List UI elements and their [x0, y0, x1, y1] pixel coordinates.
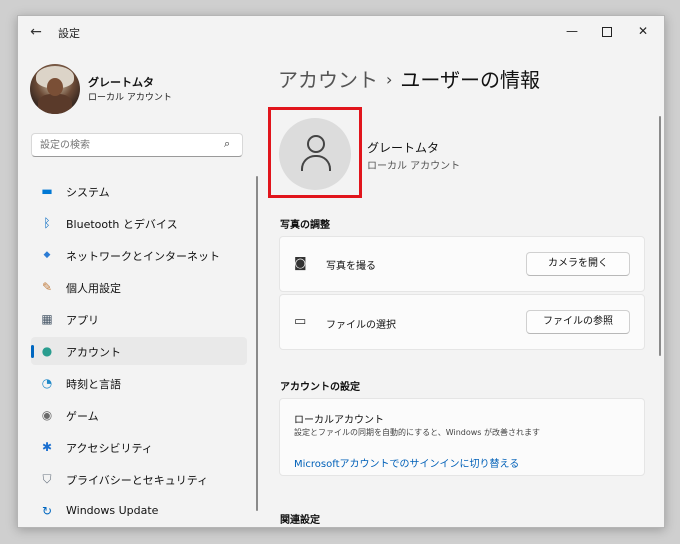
sidebar-item-label: ゲーム: [66, 410, 99, 423]
search-box[interactable]: ⌕: [31, 133, 243, 157]
sidebar-item-gaming[interactable]: ◉ ゲーム: [31, 401, 247, 429]
sidebar-item-windows-update[interactable]: ↻ Windows Update: [31, 497, 247, 525]
related-settings-title: 関連設定: [280, 515, 320, 526]
sidebar-item-accounts[interactable]: ● アカウント: [31, 337, 247, 365]
update-icon: ↻: [41, 504, 53, 518]
sidebar-item-label: 時刻と言語: [66, 378, 121, 391]
sidebar-scrollbar[interactable]: [256, 176, 258, 511]
wifi-icon: ◆: [43, 250, 51, 260]
gamepad-icon: ◉: [41, 408, 53, 422]
choose-file-label: ファイルの選択: [326, 320, 396, 331]
maximize-icon: [602, 26, 612, 37]
breadcrumb-parent[interactable]: アカウント: [278, 68, 378, 92]
camera-icon: ◙: [294, 256, 307, 271]
open-camera-button[interactable]: カメラを開く: [526, 252, 630, 276]
photo-section-title: 写真の調整: [280, 220, 330, 231]
close-icon: ✕: [637, 24, 649, 38]
active-indicator: [31, 345, 34, 358]
sidebar-item-label: 個人用設定: [66, 282, 121, 295]
settings-window: ← 設定 — ✕ グレートムタ ローカル アカウント ⌕ ▬ システム ᛒ Bl…: [17, 15, 665, 528]
breadcrumb-separator: ›: [386, 70, 393, 89]
app-title: 設定: [58, 27, 80, 40]
sidebar-item-privacy[interactable]: ⛉ プライバシーとセキュリティ: [31, 465, 247, 493]
back-button[interactable]: ←: [26, 23, 46, 41]
folder-icon: ▭: [294, 314, 307, 329]
title-bar: ← 設定 — ✕: [18, 16, 664, 48]
avatar-body-shape: [38, 94, 72, 114]
globe-clock-icon: ◔: [41, 376, 53, 390]
back-arrow-icon: ←: [30, 24, 42, 40]
sidebar-item-label: アプリ: [66, 314, 99, 327]
local-account-title: ローカルアカウント: [294, 415, 384, 426]
sidebar-item-label: アカウント: [66, 346, 121, 359]
sidebar-item-bluetooth[interactable]: ᛒ Bluetooth とデバイス: [31, 209, 247, 237]
avatar[interactable]: [30, 64, 80, 114]
minimize-icon: —: [566, 24, 578, 38]
apps-icon: ▦: [41, 312, 53, 326]
account-name: グレートムタ: [367, 141, 440, 155]
sidebar-item-accessibility[interactable]: ✱ アクセシビリティ: [31, 433, 247, 461]
person-body-shape: [301, 155, 331, 171]
bluetooth-icon: ᛒ: [43, 216, 51, 230]
local-account-description: 設定とファイルの同期を自動的にすると、Windows が改善されます: [294, 428, 541, 437]
sidebar-item-label: ネットワークとインターネット: [66, 250, 220, 263]
sidebar-item-label: アクセシビリティ: [66, 442, 153, 455]
sidebar-item-personalization[interactable]: ✎ 個人用設定: [31, 273, 247, 301]
browse-files-button[interactable]: ファイルの参照: [526, 310, 630, 334]
account-type: ローカル アカウント: [367, 161, 461, 172]
sidebar-item-apps[interactable]: ▦ アプリ: [31, 305, 247, 333]
accessibility-icon: ✱: [41, 440, 53, 454]
profile-account-type: ローカル アカウント: [88, 93, 172, 103]
minimize-button[interactable]: —: [555, 20, 589, 42]
monitor-icon: ▬: [41, 184, 53, 198]
brush-icon: ✎: [41, 280, 53, 294]
person-head-shape: [307, 135, 325, 153]
search-icon[interactable]: ⌕: [224, 137, 230, 151]
breadcrumb: アカウント › ユーザーの情報: [278, 64, 540, 93]
sidebar-item-label: システム: [66, 186, 110, 199]
account-settings-title: アカウントの設定: [280, 382, 360, 393]
take-photo-row: ◙ 写真を撮る カメラを開く: [279, 236, 645, 292]
shield-icon: ⛉: [42, 472, 52, 486]
choose-file-row: ▭ ファイルの選択 ファイルの参照: [279, 294, 645, 350]
maximize-button[interactable]: [590, 20, 624, 42]
switch-to-microsoft-account-link[interactable]: Microsoftアカウントでのサインインに切り替える: [294, 455, 519, 470]
page-title: ユーザーの情報: [400, 68, 541, 92]
sidebar-item-system[interactable]: ▬ システム: [31, 177, 247, 205]
sidebar-item-label: Windows Update: [66, 504, 159, 517]
profile-name: グレートムタ: [88, 76, 154, 89]
avatar-face-shape: [47, 78, 63, 96]
sidebar-item-label: プライバシーとセキュリティ: [66, 474, 209, 487]
local-account-card: ローカルアカウント 設定とファイルの同期を自動的にすると、Windows が改善…: [279, 398, 645, 476]
search-input[interactable]: [40, 137, 220, 153]
person-icon: [301, 135, 331, 173]
sidebar-item-label: Bluetooth とデバイス: [66, 218, 178, 231]
main-scrollbar[interactable]: [659, 116, 661, 356]
close-button[interactable]: ✕: [626, 20, 660, 42]
take-photo-label: 写真を撮る: [326, 261, 376, 272]
account-avatar: [279, 118, 351, 190]
sidebar-item-network[interactable]: ◆ ネットワークとインターネット: [31, 241, 247, 269]
account-icon: ●: [41, 344, 53, 358]
highlight-frame: [268, 107, 362, 198]
sidebar-item-time-language[interactable]: ◔ 時刻と言語: [31, 369, 247, 397]
